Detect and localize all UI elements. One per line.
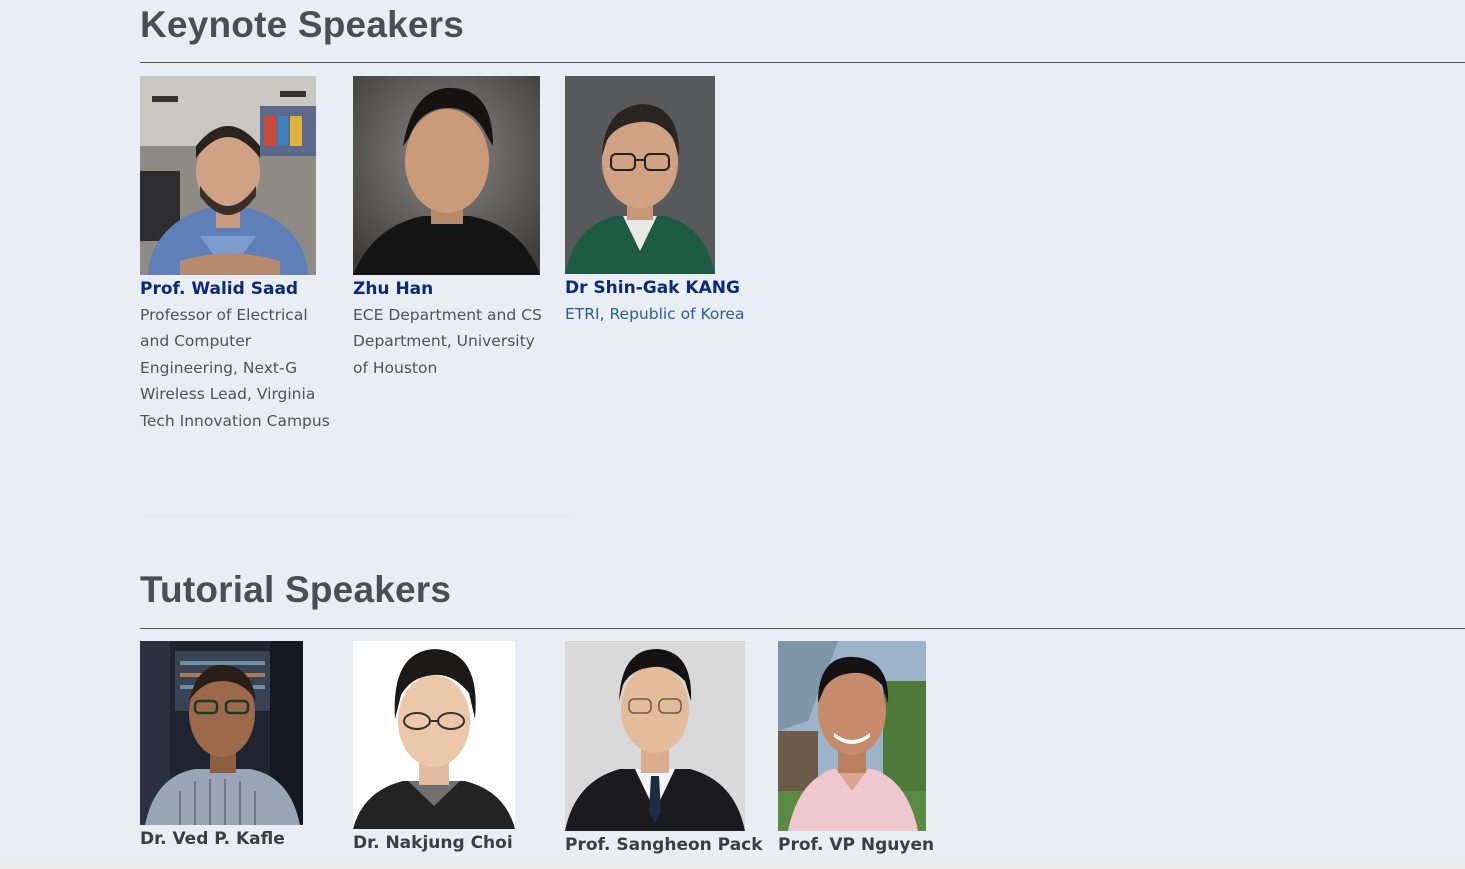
speaker-name[interactable]: Dr. Nakjung Choi xyxy=(353,832,543,854)
speaker-photo[interactable] xyxy=(565,641,745,831)
speaker-photo[interactable] xyxy=(778,641,926,831)
section-divider xyxy=(140,516,570,517)
keynote-speaker-card: Zhu Han ECE Department and CS Department… xyxy=(353,76,543,381)
speaker-photo[interactable] xyxy=(353,641,515,829)
keynote-section-rule xyxy=(140,62,1465,63)
speaker-photo[interactable] xyxy=(140,76,316,275)
tutorial-section-title: Tutorial Speakers xyxy=(140,569,452,610)
speaker-photo[interactable] xyxy=(140,641,303,825)
speakers-page: Keynote Speakers Prof. Walid Saad Profes… xyxy=(0,0,1465,869)
keynote-section-title: Keynote Speakers xyxy=(140,4,465,45)
speaker-affiliation: ECE Department and CS Department, Univer… xyxy=(353,306,542,377)
tutorial-section-rule xyxy=(140,628,1465,629)
tutorial-speaker-card: Prof. Sangheon Pack xyxy=(565,641,765,856)
speaker-name[interactable]: Dr Shin-Gak KANG xyxy=(565,277,755,299)
speaker-photo[interactable] xyxy=(353,76,540,275)
speaker-affiliation: Professor of Electrical and Computer Eng… xyxy=(140,306,330,430)
speaker-name[interactable]: Prof. Walid Saad xyxy=(140,278,330,300)
tutorial-speaker-card: Dr. Nakjung Choi xyxy=(353,641,543,854)
keynote-speaker-card: Dr Shin-Gak KANG ETRI, Republic of Korea xyxy=(565,76,755,327)
tutorial-speaker-card: Prof. VP Nguyen xyxy=(778,641,968,856)
speaker-name[interactable]: Zhu Han xyxy=(353,278,543,300)
speaker-name[interactable]: Prof. Sangheon Pack xyxy=(565,834,765,856)
bottom-scroll-area xyxy=(0,856,1465,869)
speaker-affiliation-link[interactable]: ETRI, Republic of Korea xyxy=(565,301,755,327)
speaker-name[interactable]: Prof. VP Nguyen xyxy=(778,834,968,856)
speaker-name[interactable]: Dr. Ved P. Kafle xyxy=(140,828,330,850)
tutorial-speaker-card: Dr. Ved P. Kafle xyxy=(140,641,330,850)
keynote-speaker-card: Prof. Walid Saad Professor of Electrical… xyxy=(140,76,330,434)
speaker-photo[interactable] xyxy=(565,76,715,274)
